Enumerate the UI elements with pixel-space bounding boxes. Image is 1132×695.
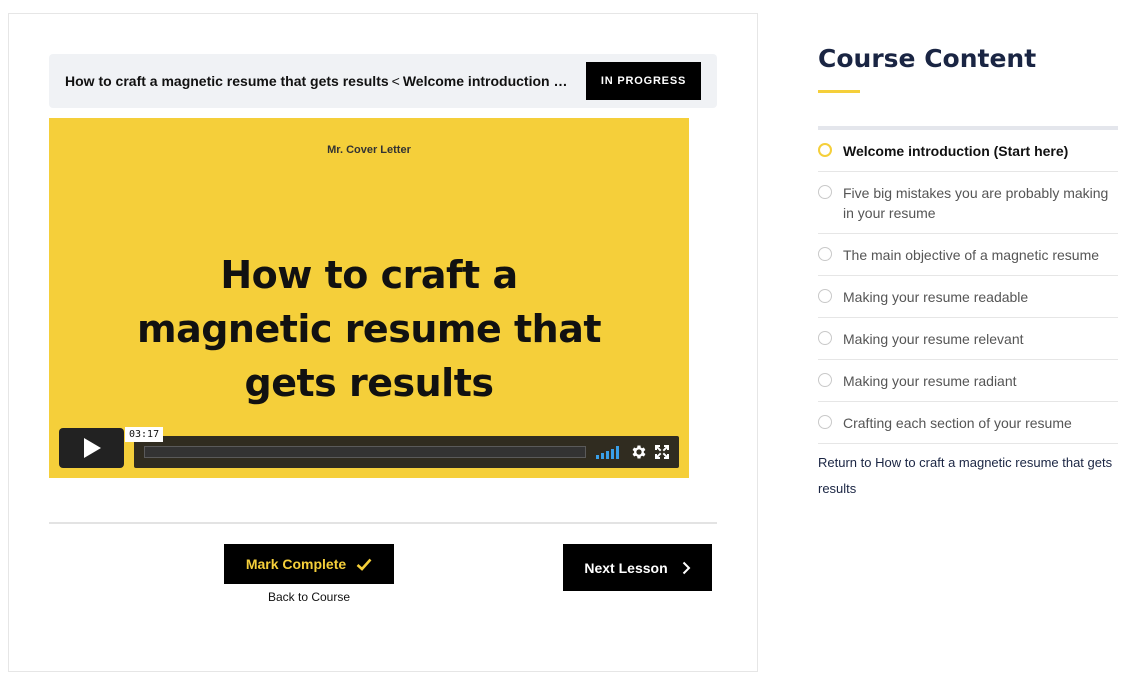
return-prefix: Return to — [818, 455, 872, 470]
video-time: 03:17 — [125, 427, 164, 442]
lesson-list: Welcome introduction (Start here) Five b… — [818, 130, 1118, 444]
breadcrumb: How to craft a magnetic resume that gets… — [49, 54, 717, 108]
lesson-item[interactable]: Five big mistakes you are probably makin… — [818, 172, 1118, 234]
volume-icon[interactable] — [596, 445, 620, 459]
fullscreen-icon[interactable] — [654, 444, 670, 460]
lesson-main-card: How to craft a magnetic resume that gets… — [8, 13, 758, 672]
breadcrumb-course-link[interactable]: How to craft a magnetic resume that gets… — [65, 73, 389, 89]
lesson-item[interactable]: Making your resume readable — [818, 276, 1118, 318]
mark-complete-label: Mark Complete — [245, 556, 347, 572]
next-lesson-button[interactable]: Next Lesson — [563, 544, 712, 591]
lesson-item[interactable]: Making your resume relevant — [818, 318, 1118, 360]
lesson-label: Making your resume readable — [843, 289, 1029, 305]
play-button[interactable] — [59, 428, 124, 468]
lesson-status-icon — [818, 185, 832, 199]
lesson-status-icon — [818, 143, 832, 157]
sidebar-title: Course Content — [818, 44, 1037, 73]
lesson-status-icon — [818, 373, 832, 387]
status-badge: IN PROGRESS — [586, 62, 701, 100]
lesson-label: The main objective of a magnetic resume — [843, 247, 1100, 263]
video-progress-bar[interactable] — [144, 446, 586, 458]
content-divider — [49, 522, 717, 524]
breadcrumb-text: How to craft a magnetic resume that gets… — [65, 73, 570, 89]
lesson-item[interactable]: The main objective of a magnetic resume — [818, 234, 1118, 276]
lesson-label: Making your resume radiant — [843, 373, 1017, 389]
mark-complete-button[interactable]: Mark Complete — [224, 544, 394, 584]
lesson-status-icon — [818, 289, 832, 303]
lesson-item[interactable]: Making your resume radiant — [818, 360, 1118, 402]
title-underline — [818, 90, 860, 93]
lesson-label: Making your resume relevant — [843, 331, 1024, 347]
play-icon — [83, 438, 101, 458]
video-player[interactable]: Mr. Cover Letter How to craft a magnetic… — [49, 118, 689, 478]
video-controls — [134, 436, 679, 468]
next-lesson-label: Next Lesson — [584, 559, 668, 576]
checkmark-icon — [356, 558, 372, 571]
return-to-course: Return to How to craft a magnetic resume… — [818, 450, 1118, 502]
chevron-right-icon — [682, 561, 691, 574]
lesson-status-icon — [818, 331, 832, 345]
gear-icon[interactable] — [630, 443, 648, 461]
back-to-course-link[interactable]: Back to Course — [224, 590, 394, 604]
lesson-status-icon — [818, 247, 832, 261]
lesson-label: Welcome introduction (Start here) — [843, 143, 1069, 159]
video-title-card: How to craft a magnetic resume that gets… — [49, 248, 689, 410]
lesson-label: Crafting each section of your resume — [843, 415, 1072, 431]
breadcrumb-lesson: Welcome introduction (Start here) — [402, 73, 570, 89]
video-title-text: How to craft a magnetic resume that gets… — [136, 253, 602, 405]
lesson-status-icon — [818, 415, 832, 429]
breadcrumb-separator: < — [391, 73, 400, 89]
lesson-label: Five big mistakes you are probably makin… — [843, 185, 1109, 221]
video-brand: Mr. Cover Letter — [327, 144, 411, 156]
lesson-item[interactable]: Crafting each section of your resume — [818, 402, 1118, 444]
lesson-item[interactable]: Welcome introduction (Start here) — [818, 130, 1118, 172]
